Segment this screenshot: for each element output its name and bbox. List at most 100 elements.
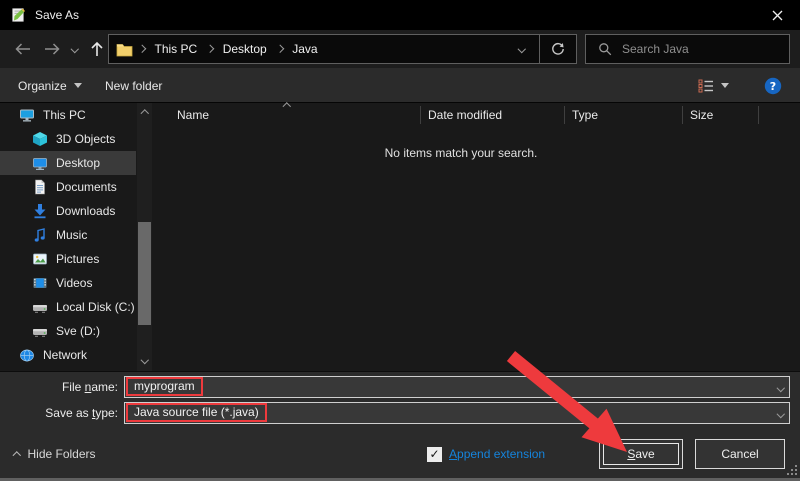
sidebar-item-videos[interactable]: Videos	[0, 271, 136, 295]
picture-icon	[32, 251, 48, 267]
breadcrumb: This PC Desktop Java	[137, 42, 320, 56]
append-extension-checkbox[interactable]: ✓	[427, 446, 442, 462]
breadcrumb-segment-desktop[interactable]: Desktop	[221, 42, 269, 56]
hide-folders-button[interactable]: Hide Folders	[10, 439, 100, 469]
help-button[interactable]: ?	[764, 77, 782, 95]
column-header-label: Size	[690, 108, 714, 122]
close-button[interactable]	[755, 0, 800, 30]
save-as-type-value: Java source file (*.java)	[134, 405, 259, 419]
sidebar-item-label: Network	[43, 348, 88, 362]
append-extension-option[interactable]: ✓ Append extension	[427, 439, 545, 469]
organize-button[interactable]: Organize	[18, 68, 82, 103]
sidebar-item-desktop[interactable]: Desktop	[0, 151, 136, 175]
bottom-pane: File name: myprogram Save as type: Java …	[0, 371, 800, 481]
column-header-label: Type	[572, 108, 599, 122]
computer-icon	[19, 107, 35, 123]
up-button[interactable]	[84, 36, 110, 62]
sidebar-item-downloads[interactable]: Downloads	[0, 199, 136, 223]
scroll-up-icon[interactable]	[137, 105, 152, 120]
append-extension-label: Append extension	[449, 447, 546, 461]
window-title: Save As	[35, 8, 80, 22]
sidebar-item-network[interactable]: Network	[0, 343, 136, 367]
change-view-button[interactable]	[698, 68, 729, 103]
search-icon	[598, 42, 612, 56]
empty-message: No items match your search.	[384, 146, 538, 160]
organize-label: Organize	[18, 78, 67, 93]
video-icon	[32, 275, 48, 291]
chevron-up-icon	[12, 451, 21, 460]
folder-icon	[116, 42, 133, 57]
sidebar-item-documents[interactable]: Documents	[0, 175, 136, 199]
chevron-down-icon[interactable]	[776, 383, 785, 392]
file-name-value: myprogram	[134, 379, 195, 393]
cube-icon	[32, 131, 48, 147]
column-header-name[interactable]: Name	[156, 102, 421, 127]
file-name-label: File name:	[61, 379, 118, 394]
chevron-down-icon	[721, 83, 729, 88]
address-bar[interactable]: This PC Desktop Java	[108, 34, 577, 64]
hard-drive-icon	[32, 323, 48, 339]
title-bar: Save As	[0, 0, 800, 30]
sidebar: This PC 3D Objects Desktop Documents Downloa…	[0, 103, 136, 371]
file-name-input[interactable]: myprogram	[124, 375, 790, 398]
network-icon	[19, 347, 35, 363]
address-dropdown-icon[interactable]	[505, 45, 539, 53]
forward-button[interactable]	[38, 36, 66, 62]
chevron-right-icon[interactable]	[137, 45, 146, 53]
breadcrumb-segment-java[interactable]: Java	[290, 42, 319, 56]
refresh-icon[interactable]	[540, 42, 576, 56]
sidebar-scrollbar[interactable]	[137, 103, 152, 371]
sidebar-item-pictures[interactable]: Pictures	[0, 247, 136, 271]
column-header-label: Name	[177, 108, 210, 122]
sidebar-item-label: 3D Objects	[56, 132, 116, 146]
search-input[interactable]	[620, 41, 774, 57]
sidebar-item-music[interactable]: Music	[0, 223, 136, 247]
file-name-row: File name: myprogram	[0, 375, 790, 398]
column-header-size[interactable]: Size	[683, 103, 759, 127]
save-as-type-select[interactable]: Java source file (*.java)	[124, 401, 790, 424]
save-as-dialog: { "window": { "title": "Save As" }, "nav…	[0, 0, 800, 481]
resize-grip-icon[interactable]	[787, 465, 798, 476]
sidebar-item-3d-objects[interactable]: 3D Objects	[0, 127, 136, 151]
details-view-icon	[698, 79, 714, 93]
save-as-type-row: Save as type: Java source file (*.java)	[0, 401, 790, 424]
download-icon	[32, 203, 48, 219]
chevron-down-icon[interactable]	[776, 409, 785, 418]
music-note-icon	[32, 227, 48, 243]
sidebar-item-label: Local Disk (C:)	[56, 300, 135, 314]
sidebar-item-label: Videos	[56, 276, 93, 290]
annotation-box-file-name: myprogram	[126, 377, 203, 396]
hide-folders-label: Hide Folders	[27, 447, 96, 461]
annotation-box-save-type: Java source file (*.java)	[126, 403, 267, 422]
sidebar-item-label: This PC	[43, 108, 86, 122]
column-header-label: Date modified	[428, 108, 503, 122]
file-list: Name Date modified Type Size No items match…	[156, 102, 800, 371]
column-header-type[interactable]: Type	[565, 103, 683, 127]
scroll-down-icon[interactable]	[137, 354, 152, 369]
sidebar-item-label: Downloads	[56, 204, 116, 218]
svg-text:?: ?	[770, 80, 776, 93]
column-header-date-modified[interactable]: Date modified	[421, 103, 565, 127]
sidebar-item-local-disk-c[interactable]: Local Disk (C:)	[0, 295, 136, 319]
search-box	[585, 34, 790, 64]
chevron-right-icon[interactable]	[275, 45, 284, 53]
sort-ascending-icon	[282, 102, 291, 111]
breadcrumb-segment-this-pc[interactable]: This PC	[153, 42, 200, 56]
sidebar-item-sve-d[interactable]: Sve (D:)	[0, 319, 136, 343]
recent-locations-button[interactable]	[66, 36, 84, 62]
sidebar-item-label: Sve (D:)	[56, 324, 101, 338]
content-area: This PC 3D Objects Desktop Documents Downloa…	[0, 102, 800, 371]
save-as-type-label: Save as type:	[45, 405, 118, 420]
sidebar-item-label: Desktop	[56, 156, 101, 170]
hard-drive-icon	[32, 299, 48, 315]
save-button[interactable]: Save	[599, 439, 683, 469]
sidebar-item-this-pc[interactable]: This PC	[0, 103, 136, 127]
document-icon	[32, 179, 48, 195]
cancel-button[interactable]: Cancel	[695, 439, 785, 469]
new-folder-button[interactable]: New folder	[105, 68, 162, 103]
scrollbar-thumb[interactable]	[138, 222, 151, 325]
app-icon	[10, 7, 26, 23]
chevron-right-icon[interactable]	[206, 45, 214, 53]
back-button[interactable]	[8, 36, 36, 62]
chevron-down-icon	[73, 83, 82, 88]
